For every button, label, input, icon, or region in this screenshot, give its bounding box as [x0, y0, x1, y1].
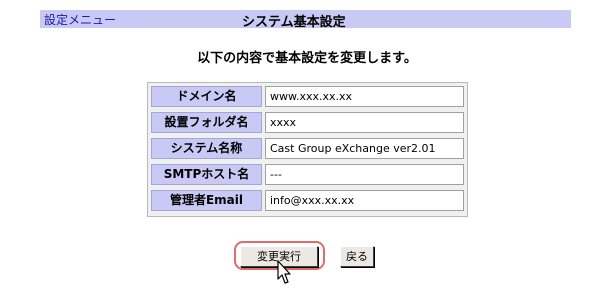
settings-label: ドメイン名	[151, 86, 262, 107]
settings-value: info@xxx.xx.xx	[265, 190, 464, 211]
confirmation-message: 以下の内容で基本設定を変更します。	[197, 51, 417, 66]
settings-row-folder: 設置フォルダ名 xxxx	[151, 112, 464, 135]
header-bar: 設定メニュー システム基本設定	[40, 10, 571, 30]
settings-row-smtp-host: SMTPホスト名 ---	[151, 164, 464, 187]
back-button[interactable]: 戻る	[340, 246, 374, 267]
settings-value: Cast Group eXchange ver2.01	[265, 138, 464, 159]
settings-table: ドメイン名 www.xxx.xx.xx 設置フォルダ名 xxxx システム名称 …	[147, 82, 468, 217]
settings-value: xxxx	[265, 112, 464, 133]
settings-row-domain: ドメイン名 www.xxx.xx.xx	[151, 86, 464, 109]
settings-value: www.xxx.xx.xx	[265, 86, 464, 107]
settings-label: システム名称	[151, 138, 262, 159]
page-title: システム基本設定	[242, 15, 346, 30]
settings-label: 管理者Email	[151, 190, 262, 211]
settings-label: 設置フォルダ名	[151, 112, 262, 133]
pointer-arrow-icon	[277, 260, 291, 284]
settings-value: ---	[265, 164, 464, 185]
settings-row-system-name: システム名称 Cast Group eXchange ver2.01	[151, 138, 464, 161]
settings-menu-link[interactable]: 設定メニュー	[44, 11, 116, 28]
settings-row-admin-email: 管理者Email info@xxx.xx.xx	[151, 190, 464, 213]
settings-label: SMTPホスト名	[151, 164, 262, 185]
